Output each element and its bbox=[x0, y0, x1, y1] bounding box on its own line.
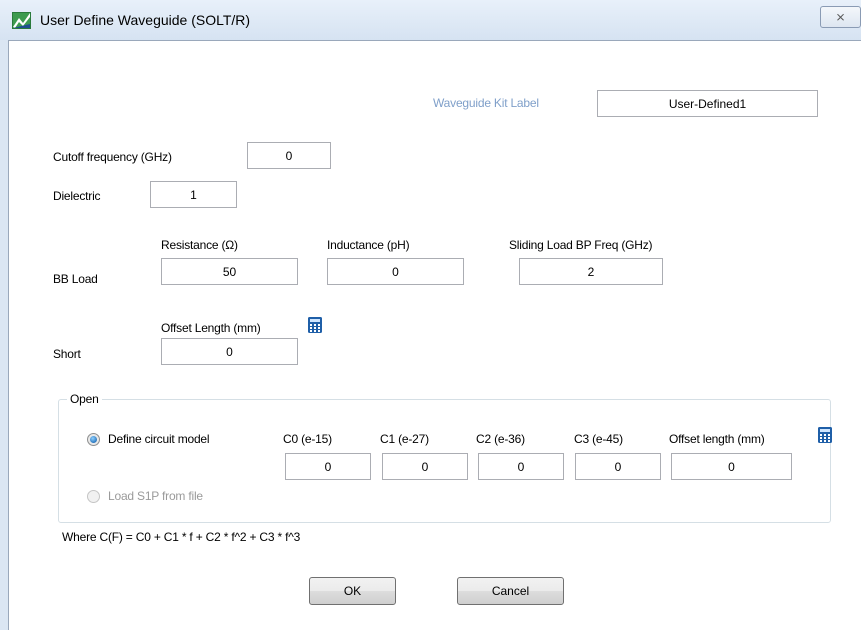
c1-label: C1 (e-27) bbox=[380, 432, 429, 446]
dialog-window: User Define Waveguide (SOLT/R) ⨯ Wavegui… bbox=[0, 0, 861, 630]
open-group-label: Open bbox=[67, 392, 102, 406]
inductance-label: Inductance (pH) bbox=[327, 238, 410, 252]
sliding-load-freq-input[interactable] bbox=[519, 258, 663, 285]
define-circuit-model-label[interactable]: Define circuit model bbox=[108, 432, 210, 446]
short-offset-length-input[interactable] bbox=[161, 338, 298, 365]
cutoff-frequency-input[interactable] bbox=[247, 142, 331, 169]
c0-input[interactable] bbox=[285, 453, 371, 480]
cancel-button[interactable]: Cancel bbox=[457, 577, 564, 605]
c2-label: C2 (e-36) bbox=[476, 432, 525, 446]
c0-label: C0 (e-15) bbox=[283, 432, 332, 446]
dialog-client-area: Waveguide Kit Label Cutoff frequency (GH… bbox=[8, 40, 861, 630]
ok-button[interactable]: OK bbox=[309, 577, 396, 605]
resistance-label: Resistance (Ω) bbox=[161, 238, 238, 252]
title-bar[interactable]: User Define Waveguide (SOLT/R) ⨯ bbox=[0, 0, 861, 40]
cutoff-frequency-label: Cutoff frequency (GHz) bbox=[53, 150, 172, 164]
bb-load-label: BB Load bbox=[53, 272, 98, 286]
open-offset-length-input[interactable] bbox=[671, 453, 792, 480]
formula-text: Where C(F) = C0 + C1 * f + C2 * f^2 + C3… bbox=[62, 530, 301, 544]
load-s1p-label[interactable]: Load S1P from file bbox=[108, 489, 203, 503]
sliding-load-freq-label: Sliding Load BP Freq (GHz) bbox=[509, 238, 653, 252]
define-circuit-model-radio[interactable] bbox=[87, 433, 100, 446]
short-label: Short bbox=[53, 347, 81, 361]
close-icon: ⨯ bbox=[835, 10, 846, 24]
window-title: User Define Waveguide (SOLT/R) bbox=[40, 12, 251, 28]
open-offset-length-label: Offset length (mm) bbox=[669, 432, 765, 446]
c3-input[interactable] bbox=[575, 453, 661, 480]
c2-input[interactable] bbox=[478, 453, 564, 480]
dielectric-input[interactable] bbox=[150, 181, 237, 208]
dielectric-label: Dielectric bbox=[53, 189, 101, 203]
resistance-input[interactable] bbox=[161, 258, 298, 285]
app-logo-icon bbox=[12, 12, 31, 29]
c3-label: C3 (e-45) bbox=[574, 432, 623, 446]
calculator-icon[interactable] bbox=[308, 317, 322, 333]
inductance-input[interactable] bbox=[327, 258, 464, 285]
kit-label-input[interactable] bbox=[597, 90, 818, 117]
calculator-icon[interactable] bbox=[818, 427, 832, 443]
c1-input[interactable] bbox=[382, 453, 468, 480]
load-s1p-radio[interactable] bbox=[87, 490, 100, 503]
kit-label: Waveguide Kit Label bbox=[433, 96, 539, 110]
short-offset-length-label: Offset Length (mm) bbox=[161, 321, 261, 335]
close-button[interactable]: ⨯ bbox=[820, 6, 861, 28]
